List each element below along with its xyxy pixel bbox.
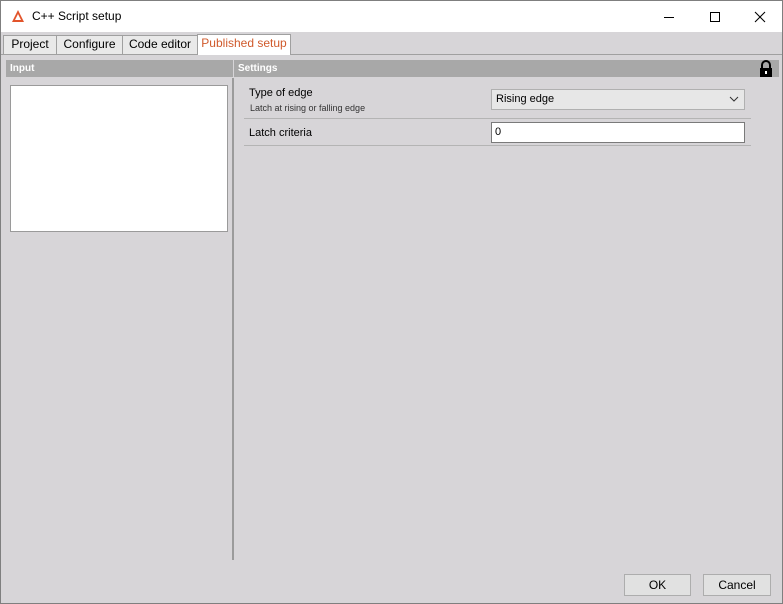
window-title: C++ Script setup — [32, 9, 122, 23]
edge-type-label: Type of edge — [249, 87, 313, 99]
script-setup-window: C++ Script setup Project Configure Code … — [0, 0, 783, 604]
app-logo-icon — [12, 10, 24, 22]
tab-code-editor[interactable]: Code editor — [122, 35, 198, 54]
tab-bar: Project Configure Code editor Published … — [1, 34, 782, 55]
minimize-button[interactable] — [646, 1, 692, 32]
title-bar: C++ Script setup — [1, 1, 782, 32]
maximize-icon — [710, 11, 720, 22]
lock-icon[interactable] — [758, 60, 774, 78]
cancel-button[interactable]: Cancel — [703, 574, 771, 596]
latch-criteria-input[interactable]: 0 — [491, 122, 745, 143]
settings-header: Settings — [234, 60, 779, 77]
ok-button[interactable]: OK — [624, 574, 691, 596]
input-list[interactable] — [10, 85, 228, 232]
edge-type-description: Latch at rising or falling edge — [250, 103, 366, 113]
close-icon — [754, 11, 766, 22]
edge-type-select[interactable]: Rising edge — [491, 89, 745, 110]
tab-published-setup[interactable]: Published setup — [197, 34, 291, 55]
close-button[interactable] — [737, 1, 783, 32]
edge-type-value: Rising edge — [496, 93, 555, 105]
tab-project[interactable]: Project — [3, 35, 57, 54]
maximize-button[interactable] — [692, 1, 738, 32]
tab-configure[interactable]: Configure — [56, 35, 123, 54]
minimize-icon — [664, 16, 674, 18]
row-divider — [244, 145, 751, 146]
panel-splitter[interactable] — [232, 78, 234, 560]
chevron-down-icon — [729, 96, 739, 102]
row-divider — [244, 118, 751, 119]
latch-criteria-label: Latch criteria — [249, 127, 312, 139]
input-header: Input — [6, 60, 233, 77]
